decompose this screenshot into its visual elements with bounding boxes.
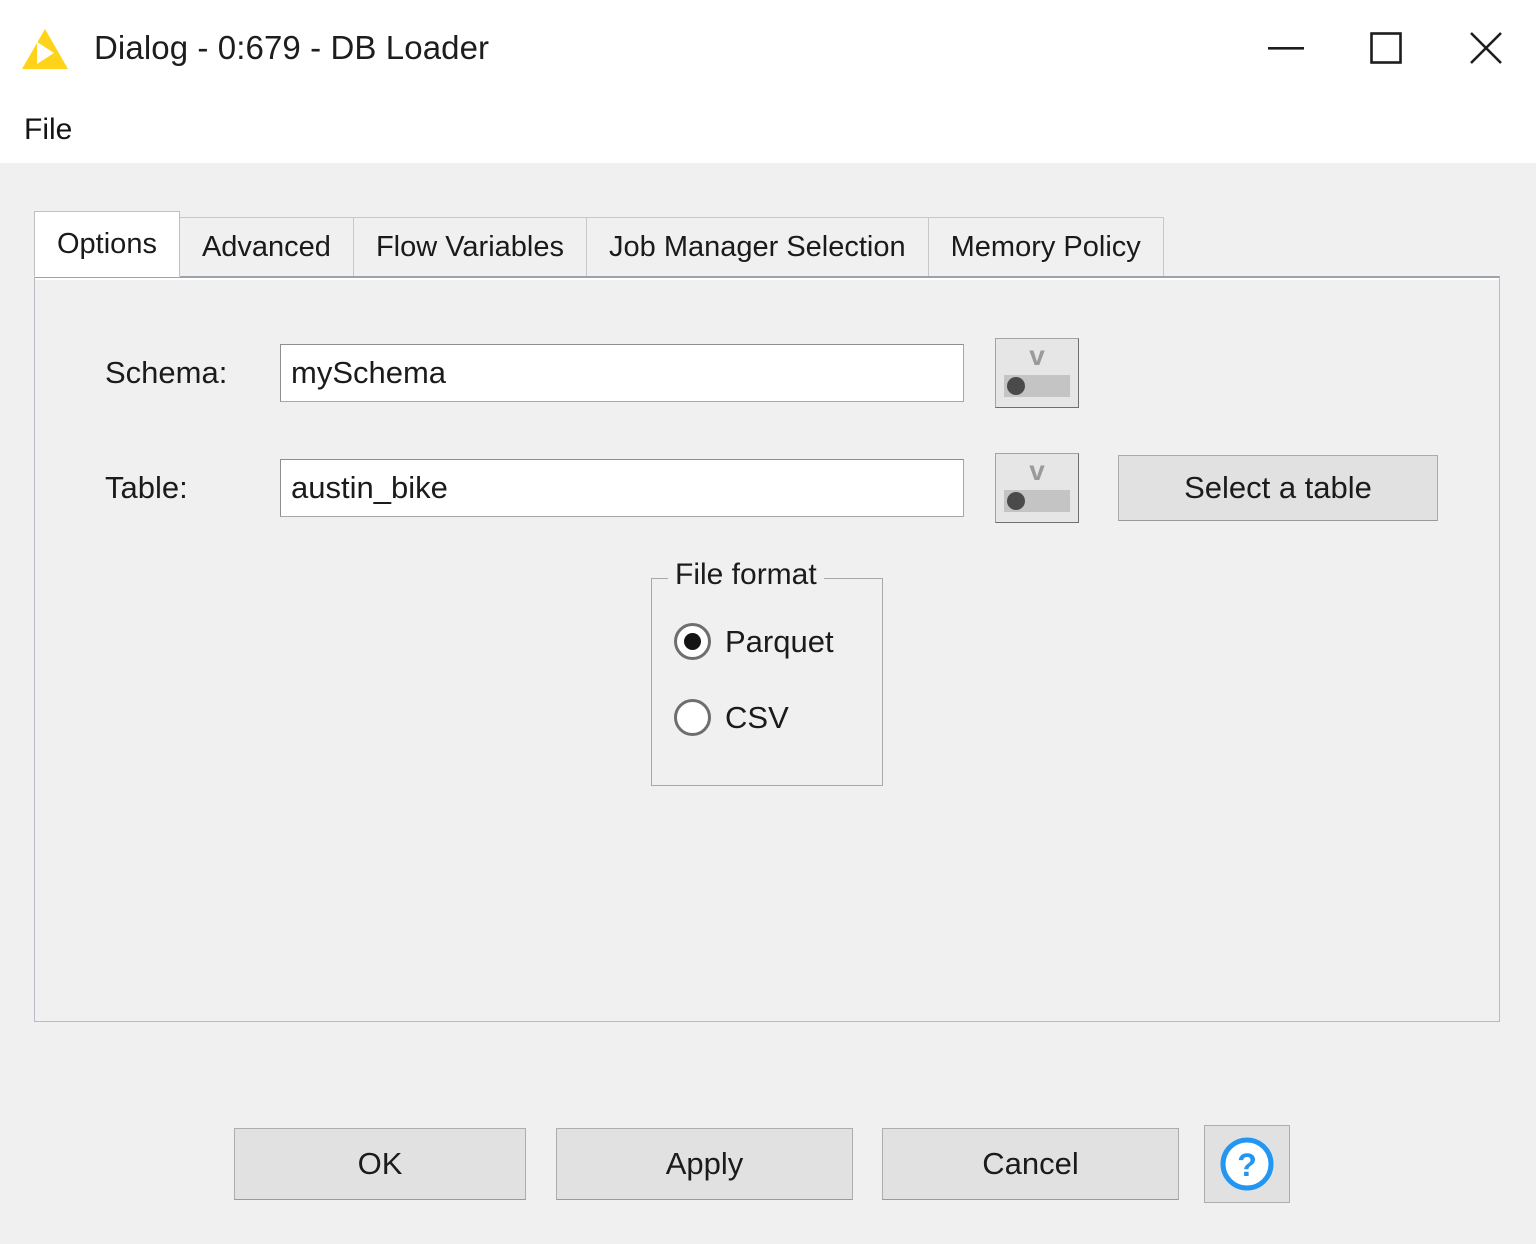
knime-triangle-icon	[22, 27, 68, 69]
tab-memory-policy[interactable]: Memory Policy	[927, 217, 1164, 277]
minimize-icon	[1268, 47, 1304, 50]
schema-input[interactable]	[280, 344, 964, 402]
menu-bar: File	[0, 96, 1536, 163]
maximize-icon	[1370, 32, 1402, 64]
file-format-group: File format Parquet CSV	[651, 558, 883, 786]
window-title: Dialog - 0:679 - DB Loader	[94, 29, 490, 66]
dialog-body: Options Advanced Flow Variables Job Mana…	[0, 163, 1536, 1244]
svg-text:?: ?	[1237, 1147, 1257, 1183]
tab-advanced[interactable]: Advanced	[178, 217, 354, 277]
tab-job-manager-selection[interactable]: Job Manager Selection	[586, 217, 929, 277]
table-input[interactable]	[280, 459, 964, 517]
close-icon	[1470, 32, 1502, 64]
dialog-button-bar: OK Apply Cancel ?	[0, 1125, 1536, 1228]
tab-options[interactable]: Options	[34, 211, 180, 277]
csv-label: CSV	[725, 699, 789, 735]
apply-button[interactable]: Apply	[556, 1128, 853, 1200]
file-format-option-parquet[interactable]: Parquet	[674, 623, 834, 660]
ok-button[interactable]: OK	[234, 1128, 526, 1200]
table-flow-variable-button[interactable]: v	[995, 453, 1079, 523]
close-button[interactable]	[1436, 0, 1536, 96]
help-button[interactable]: ?	[1204, 1125, 1290, 1203]
minimize-button[interactable]	[1236, 0, 1336, 96]
table-label: Table:	[105, 470, 188, 505]
radio-selected-icon	[674, 623, 711, 660]
select-a-table-button[interactable]: Select a table	[1118, 455, 1438, 521]
menu-item-file[interactable]: File	[20, 111, 76, 149]
tab-strip: Options Advanced Flow Variables Job Mana…	[34, 211, 1164, 277]
help-question-icon: ?	[1220, 1137, 1274, 1191]
title-bar: Dialog - 0:679 - DB Loader	[0, 0, 1536, 96]
schema-row: Schema: v	[105, 338, 1079, 408]
options-tab-panel: Schema: v Table: v Select a table File f…	[34, 276, 1500, 1022]
parquet-label: Parquet	[725, 623, 834, 659]
window-controls	[1236, 0, 1536, 96]
file-format-option-csv[interactable]: CSV	[674, 699, 789, 736]
cancel-button[interactable]: Cancel	[882, 1128, 1179, 1200]
tab-flow-variables[interactable]: Flow Variables	[352, 217, 587, 277]
schema-label: Schema:	[105, 355, 228, 390]
schema-flow-variable-button[interactable]: v	[995, 338, 1079, 408]
table-row: Table: v Select a table	[105, 453, 1438, 523]
maximize-button[interactable]	[1336, 0, 1436, 96]
file-format-legend: File format	[668, 558, 824, 592]
radio-unselected-icon	[674, 699, 711, 736]
flow-variable-icon: v	[1029, 340, 1045, 371]
flow-variable-icon: v	[1029, 455, 1045, 486]
